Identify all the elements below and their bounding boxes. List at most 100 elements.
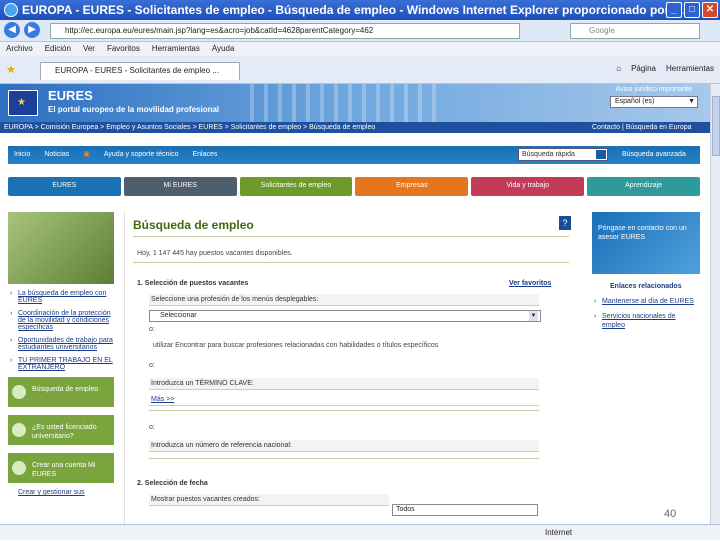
menu-bar: Archivo Edición Ver Favoritos Herramient… bbox=[0, 42, 720, 56]
address-bar: ◀ ▶ http://ec.europa.eu/eures/main.jsp?l… bbox=[0, 20, 720, 42]
ie-logo-icon bbox=[4, 3, 18, 17]
divider bbox=[149, 410, 539, 411]
window-title: EUROPA - EURES - Solicitantes de empleo … bbox=[22, 3, 686, 17]
browser-window: EUROPA - EURES - Solicitantes de empleo … bbox=[0, 0, 720, 540]
page-menu[interactable]: Página bbox=[631, 64, 656, 73]
breadcrumb: EUROPA > Comisión Europea > Empleo y Asu… bbox=[0, 122, 710, 133]
vertical-scrollbar[interactable] bbox=[710, 84, 720, 524]
sidebar-box-label: Crear una cuenta Mi EURES bbox=[32, 462, 96, 478]
tools-menu[interactable]: Herramientas bbox=[666, 64, 714, 73]
nav-inicio[interactable]: Inicio bbox=[14, 146, 30, 164]
divider bbox=[133, 236, 569, 237]
sidebar-box[interactable]: Búsqueda de empleo bbox=[8, 377, 114, 409]
sidebar-link[interactable]: La búsqueda de empleo con EURES bbox=[10, 290, 114, 304]
tab-aprendizaje[interactable]: Aprendizaje bbox=[587, 177, 700, 196]
legal-link[interactable]: Aviso jurídico importante bbox=[615, 86, 692, 93]
or-label: o: bbox=[149, 424, 155, 431]
vacancy-count: Hoy, 1 147 445 hay puestos vacantes disp… bbox=[137, 250, 293, 257]
sidebar-link[interactable]: Coordinación de la protección de la movi… bbox=[10, 310, 114, 331]
forward-icon[interactable]: ▶ bbox=[24, 22, 40, 38]
tab-mi-eures[interactable]: Mi EURES bbox=[123, 177, 237, 196]
chevron-down-icon: ▼ bbox=[688, 98, 695, 105]
sidebar-link[interactable]: Crear y gestionar sus bbox=[18, 489, 114, 496]
keyword-field[interactable]: Introduzca un TÉRMINO CLAVE: bbox=[149, 378, 539, 390]
url-input[interactable]: http://ec.europa.eu/eures/main.jsp?lang=… bbox=[50, 23, 520, 39]
divider bbox=[149, 458, 539, 459]
home-icon[interactable]: ⌂ bbox=[616, 64, 621, 73]
or-label: o: bbox=[149, 326, 155, 333]
date-label: Mostrar puestos vacantes creados: bbox=[149, 494, 389, 506]
favorites-bar: ★ EUROPA - EURES - Solicitantes de emple… bbox=[0, 56, 720, 84]
account-icon bbox=[12, 461, 26, 475]
site-subtitle: El portal europeo de la movilidad profes… bbox=[48, 105, 220, 114]
menu-ver[interactable]: Ver bbox=[83, 42, 95, 56]
related-link[interactable]: Mantenerse al día de EURES bbox=[594, 297, 700, 306]
divider bbox=[133, 262, 569, 263]
browser-tab[interactable]: EUROPA - EURES - Solicitantes de empleo … bbox=[40, 62, 240, 80]
advanced-search-link[interactable]: Búsqueda avanzada bbox=[622, 146, 686, 164]
search-icon bbox=[12, 385, 26, 399]
favorites-star-icon[interactable]: ★ bbox=[6, 63, 16, 76]
or-label: o: bbox=[149, 362, 155, 369]
banner-image bbox=[240, 84, 440, 122]
nav-ayuda[interactable]: Ayuda y soporte técnico bbox=[104, 146, 179, 164]
contact-adviser-box[interactable]: Póngase en contacto con un asesor EURES bbox=[592, 212, 700, 274]
graduate-icon bbox=[12, 423, 26, 437]
minimize-button[interactable]: _ bbox=[666, 2, 682, 18]
profession-label: Seleccione una profesión de los menús de… bbox=[149, 294, 539, 306]
date-select[interactable]: Todos bbox=[392, 504, 538, 516]
main-content: Búsqueda de empleo ? Hoy, 1 147 445 hay … bbox=[124, 212, 580, 524]
scroll-thumb[interactable] bbox=[712, 96, 720, 156]
breadcrumb-path[interactable]: EUROPA > Comisión Europea > Empleo y Asu… bbox=[4, 124, 375, 131]
left-sidebar: La búsqueda de empleo con EURES Coordina… bbox=[8, 212, 114, 524]
related-link[interactable]: Servicios nacionales de empleo bbox=[594, 312, 700, 330]
rss-icon[interactable]: ▣ bbox=[83, 146, 90, 164]
select-value: Seleccionar bbox=[160, 312, 197, 319]
sidebar-link[interactable]: Oportunidades de trabajo para estudiante… bbox=[10, 337, 114, 351]
sidebar-link[interactable]: TU PRIMER TRABAJO EN EL EXTRANJERO bbox=[10, 357, 114, 371]
eu-flag-icon bbox=[8, 90, 38, 116]
menu-herramientas[interactable]: Herramientas bbox=[152, 42, 200, 56]
right-sidebar: Póngase en contacto con un asesor EURES … bbox=[592, 212, 700, 524]
title-bar: EUROPA - EURES - Solicitantes de empleo … bbox=[0, 0, 720, 20]
sidebar-box-label: Búsqueda de empleo bbox=[32, 386, 99, 393]
profession-select[interactable]: Seleccionar ▼ bbox=[149, 310, 541, 322]
language-value: Español (es) bbox=[615, 98, 655, 105]
help-icon[interactable]: ? bbox=[559, 216, 571, 230]
menu-archivo[interactable]: Archivo bbox=[6, 42, 33, 56]
tab-eures[interactable]: EURES bbox=[8, 177, 121, 196]
favorites-link[interactable]: Ver favoritos bbox=[509, 280, 551, 287]
language-select[interactable]: Español (es) ▼ bbox=[610, 96, 698, 108]
site-header: EURES El portal europeo de la movilidad … bbox=[0, 84, 710, 122]
section-nav: EURES Mi EURES Solicitantes de empleo Em… bbox=[8, 177, 700, 196]
tab-solicitantes[interactable]: Solicitantes de empleo bbox=[239, 177, 353, 196]
sidebar-box[interactable]: Crear una cuenta Mi EURES bbox=[8, 453, 114, 485]
menu-edicion[interactable]: Edición bbox=[45, 42, 71, 56]
section-heading: 1. Selección de puestos vacantes bbox=[137, 280, 249, 287]
close-button[interactable]: ✕ bbox=[702, 2, 718, 18]
back-icon[interactable]: ◀ bbox=[4, 22, 20, 38]
chevron-down-icon: ▼ bbox=[529, 311, 538, 321]
internet-zone: Internet bbox=[545, 528, 573, 537]
maximize-button[interactable]: □ bbox=[684, 2, 700, 18]
menu-ayuda[interactable]: Ayuda bbox=[212, 42, 235, 56]
tab-label: EUROPA - EURES - Solicitantes de empleo … bbox=[55, 66, 219, 75]
nav-enlaces[interactable]: Enlaces bbox=[192, 146, 217, 164]
reference-field[interactable]: Introduzca un número de referencia nacio… bbox=[149, 440, 539, 452]
find-link[interactable]: utilizar Encontrar para buscar profesion… bbox=[153, 342, 438, 349]
search-go-button[interactable] bbox=[596, 150, 606, 159]
sidebar-box[interactable]: ¿Es usted licenciado universitario? bbox=[8, 415, 114, 447]
tab-vida-trabajo[interactable]: Vida y trabajo bbox=[471, 177, 585, 196]
menu-favoritos[interactable]: Favoritos bbox=[107, 42, 140, 56]
more-link[interactable]: Más >> bbox=[149, 394, 539, 406]
select-value: Todos bbox=[396, 506, 415, 513]
tab-empresas[interactable]: Empresas bbox=[355, 177, 469, 196]
quick-search-input[interactable]: Búsqueda rápida bbox=[518, 148, 608, 161]
page-title: Búsqueda de empleo bbox=[133, 218, 254, 232]
search-input[interactable]: Google bbox=[570, 23, 700, 39]
related-links-title: Enlaces relacionados bbox=[610, 283, 682, 290]
web-page: EURES El portal europeo de la movilidad … bbox=[0, 84, 710, 524]
site-title: EURES bbox=[48, 88, 93, 103]
section-heading: 2. Selección de fecha bbox=[137, 480, 208, 487]
nav-noticias[interactable]: Noticias bbox=[44, 146, 69, 164]
